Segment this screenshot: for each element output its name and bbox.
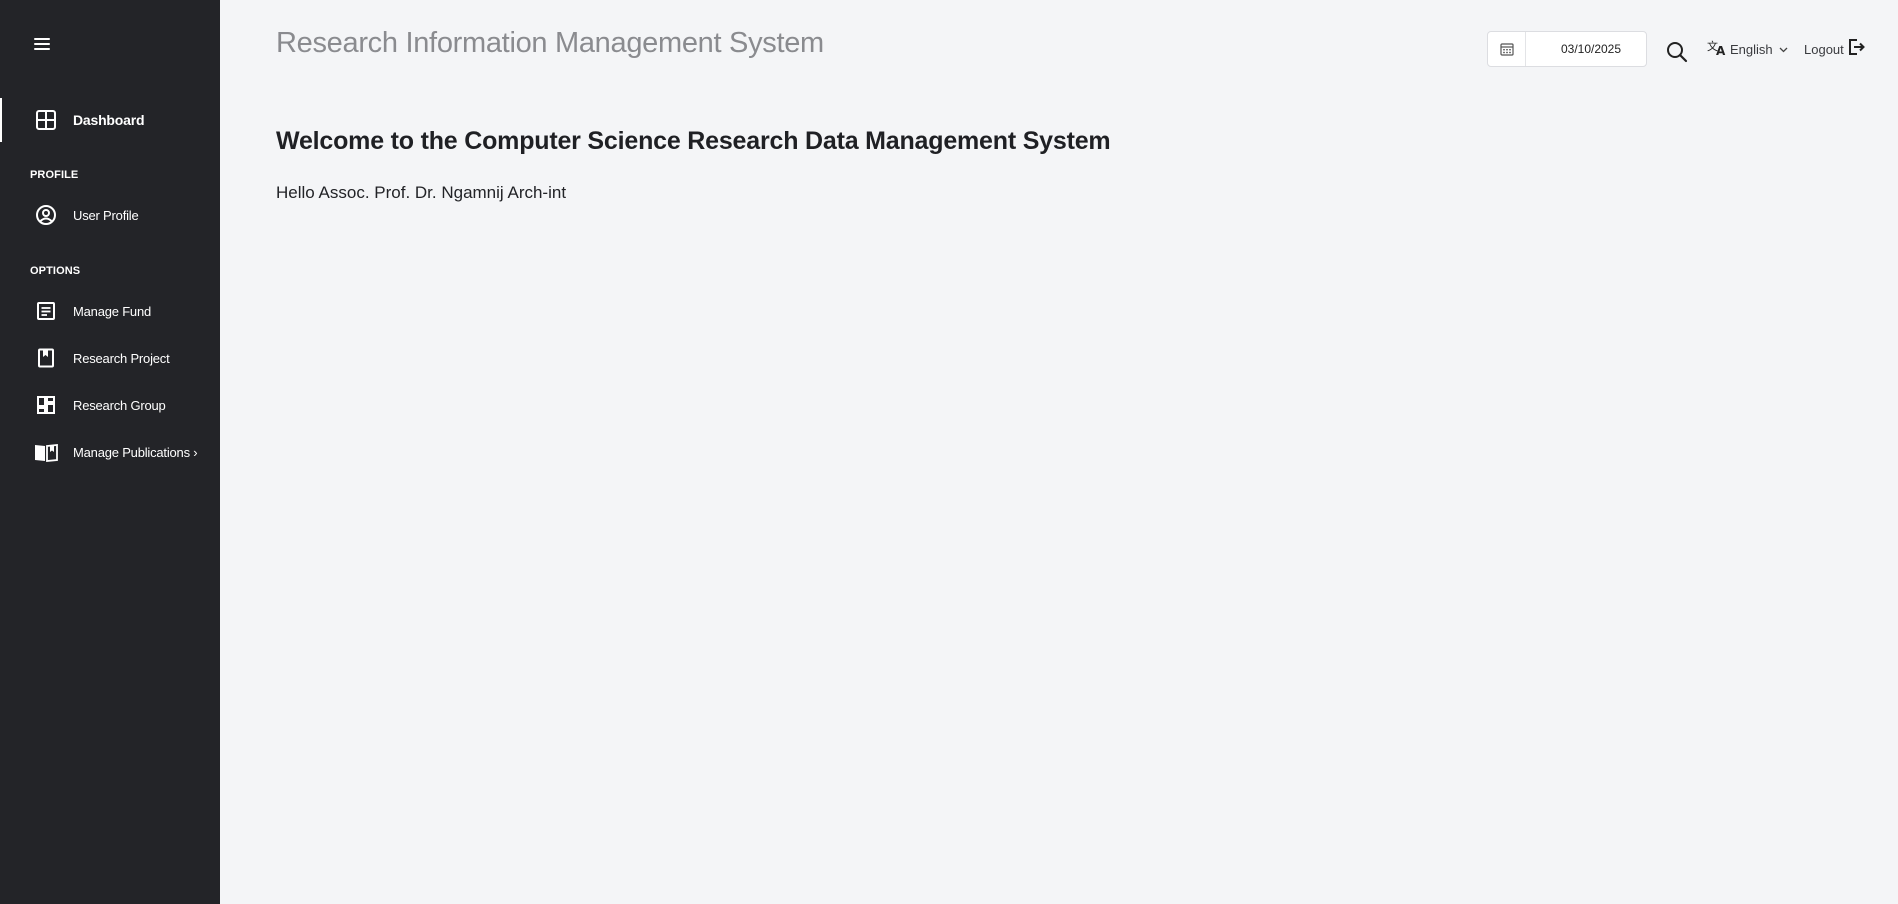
- sidebar: Dashboard PROFILE User Profile OPTIONS M…: [0, 0, 220, 904]
- date-input[interactable]: [1536, 34, 1646, 64]
- group-layout-icon: [34, 393, 58, 417]
- date-picker[interactable]: [1487, 31, 1647, 67]
- sidebar-item-dashboard[interactable]: Dashboard: [0, 98, 220, 142]
- logout-button[interactable]: Logout: [1804, 38, 1866, 61]
- sidebar-item-research-project[interactable]: Research Project: [0, 336, 220, 380]
- sidebar-item-manage-publications[interactable]: Manage Publications ›: [0, 430, 220, 474]
- logout-label: Logout: [1804, 41, 1844, 57]
- hamburger-menu-icon[interactable]: [34, 36, 52, 50]
- user-circle-icon: [34, 203, 58, 227]
- app-title: Research Information Management System: [276, 27, 824, 59]
- sidebar-item-label: Research Project: [73, 350, 170, 366]
- search-icon[interactable]: [1666, 41, 1688, 63]
- svg-text:A: A: [1716, 44, 1726, 56]
- language-label: English: [1730, 41, 1773, 57]
- sidebar-item-label: Dashboard: [73, 112, 145, 128]
- sidebar-item-user-profile[interactable]: User Profile: [0, 193, 220, 237]
- logout-icon: [1848, 38, 1866, 61]
- chevron-down-icon: [1779, 40, 1788, 58]
- welcome-heading: Welcome to the Computer Science Research…: [276, 127, 1111, 155]
- sidebar-item-label: Manage Fund: [73, 303, 152, 319]
- sidebar-item-manage-fund[interactable]: Manage Fund: [0, 289, 220, 333]
- sidebar-item-research-group[interactable]: Research Group: [0, 383, 220, 427]
- section-label-profile: PROFILE: [30, 169, 79, 181]
- sidebar-item-label: User Profile: [73, 207, 139, 223]
- open-book-icon: [34, 440, 58, 464]
- document-list-icon: [34, 299, 58, 323]
- translate-icon: 文A: [1707, 38, 1727, 61]
- sidebar-item-label: Manage Publications ›: [73, 444, 198, 460]
- calendar-icon[interactable]: [1488, 32, 1526, 66]
- dashboard-grid-icon: [34, 108, 58, 132]
- section-label-options: OPTIONS: [30, 265, 81, 277]
- bookmark-icon: [34, 346, 58, 370]
- language-selector[interactable]: 文A English: [1707, 38, 1788, 61]
- sidebar-item-label: Research Group: [73, 397, 166, 413]
- greeting-text: Hello Assoc. Prof. Dr. Ngamnij Arch-int: [276, 183, 567, 202]
